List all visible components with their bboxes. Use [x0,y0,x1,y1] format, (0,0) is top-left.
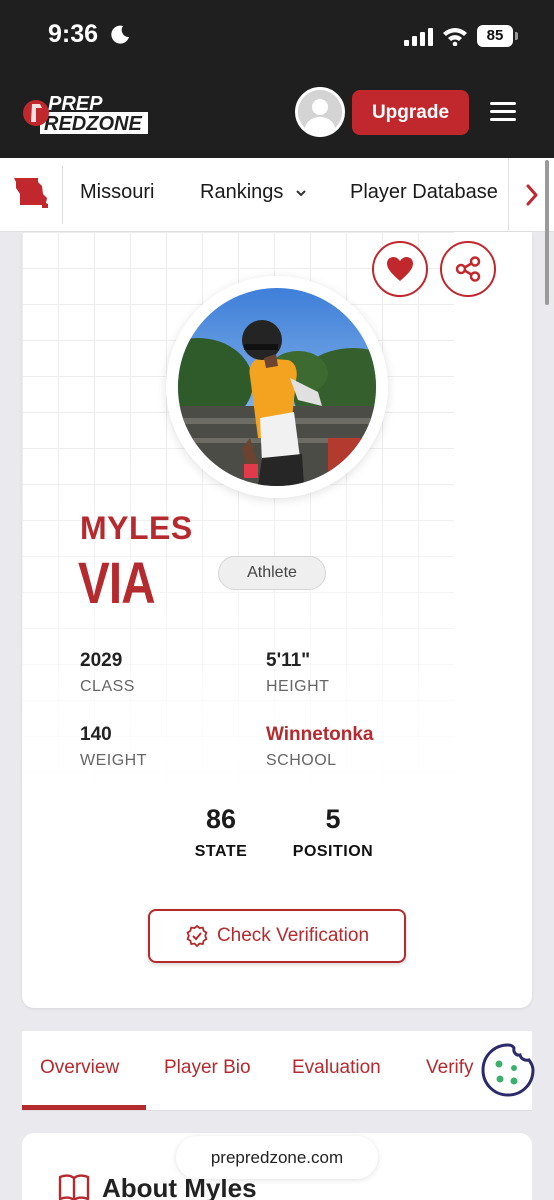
check-verification-label: Check Verification [216,925,370,946]
nav-link-rankings[interactable]: Rankings [200,181,307,204]
state-subnav: Missouri Rankings Player Database [0,158,554,232]
wifi-icon [443,28,467,46]
user-silhouette-icon [298,90,342,134]
heart-icon [387,257,413,281]
height-value: 5'11" [266,650,311,671]
svg-text:PREP: PREP [48,93,103,115]
user-avatar[interactable] [295,87,345,137]
app-header: REDZONE PREP Upgrade [0,75,554,158]
browser-url-pill[interactable]: prepredzone.com [176,1136,378,1179]
nav-link-rankings-label: Rankings [200,181,284,203]
profile-tabs: Overview Player Bio Evaluation Verify [22,1031,532,1111]
share-button[interactable] [440,241,496,297]
status-bar: 9:36 85 [0,0,554,75]
weight-label: WEIGHT [80,752,147,769]
page-scrollbar[interactable] [545,160,549,305]
player-first-name: MYLES [80,510,193,546]
school-label: SCHOOL [266,752,337,769]
favorite-button[interactable] [372,241,428,297]
player-photo-image [178,288,376,486]
prepredzone-logo[interactable]: REDZONE PREP [22,90,150,136]
book-icon [58,1174,90,1200]
check-verification-button[interactable]: Check Verification [148,909,406,963]
school-link[interactable]: Winnetonka [266,724,374,746]
state-rank-value: 86 [205,804,237,834]
position-rank-value: 5 [325,804,341,834]
position-rank-label: POSITION [292,843,374,860]
player-profile-card: MYLES VIA Athlete 2029 CLASS 5'11" HEIGH… [22,232,532,1008]
player-photo [166,276,388,498]
nav-link-missouri[interactable]: Missouri [80,181,154,204]
class-label: CLASS [80,678,135,695]
tab-player-bio[interactable]: Player Bio [164,1057,251,1079]
moon-icon [111,25,129,44]
weight-value: 140 [80,724,112,745]
nav-link-player-database[interactable]: Player Database [350,181,498,204]
subnav-divider [62,166,63,224]
hamburger-menu-icon[interactable] [490,102,516,122]
player-last-name: VIA [78,551,156,616]
missouri-state-icon[interactable] [12,176,50,210]
svg-text:REDZONE: REDZONE [44,113,142,135]
status-time: 9:36 [48,20,99,48]
chevron-down-icon [296,190,306,197]
height-label: HEIGHT [266,678,330,695]
cookie-settings-icon[interactable] [480,1042,536,1098]
tab-verify[interactable]: Verify [426,1057,474,1079]
share-icon [455,256,481,282]
tab-overview[interactable]: Overview [40,1057,119,1079]
cellular-signal-icon [404,28,433,46]
upgrade-button[interactable]: Upgrade [352,90,469,135]
position-badge: Athlete [218,556,326,590]
state-rank-label: STATE [194,843,248,860]
class-value: 2029 [80,650,123,671]
tab-evaluation[interactable]: Evaluation [292,1057,381,1079]
battery-indicator: 85 [477,25,518,47]
active-tab-indicator [22,1105,146,1110]
verified-badge-icon [186,924,208,948]
